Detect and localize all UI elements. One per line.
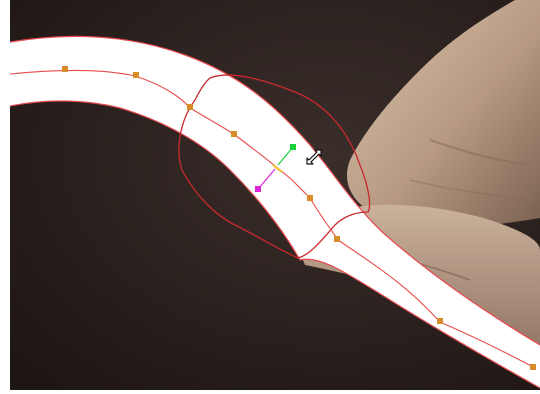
anchor-point[interactable] (530, 364, 536, 370)
canvas-viewport[interactable] (10, 0, 540, 390)
anchor-point[interactable] (133, 72, 139, 78)
editor-window (0, 0, 540, 394)
anchor-point[interactable] (437, 318, 443, 324)
anchor-point[interactable] (334, 236, 340, 242)
anchor-point[interactable] (231, 131, 237, 137)
anchor-point[interactable] (62, 66, 68, 72)
anchor-point[interactable] (307, 195, 313, 201)
out-handle-knob[interactable] (290, 144, 296, 150)
in-handle-knob[interactable] (255, 186, 261, 192)
anchor-point[interactable] (187, 104, 193, 110)
canvas-svg[interactable] (10, 0, 540, 390)
